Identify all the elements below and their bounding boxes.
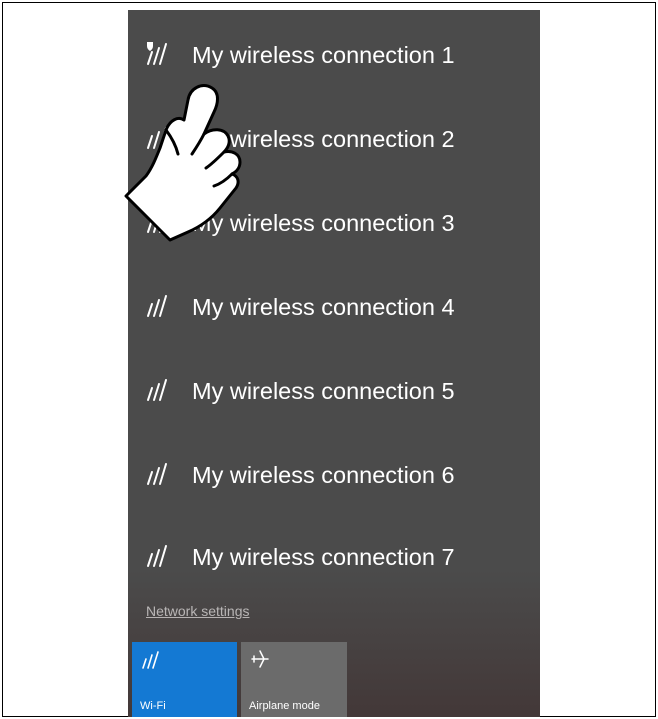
wifi-icon (140, 648, 162, 670)
network-label: My wireless connection 4 (192, 294, 455, 321)
network-item-5[interactable]: My wireless connection 5 (128, 362, 540, 422)
wifi-tile-label: Wi-Fi (140, 700, 166, 712)
wifi-icon (144, 376, 170, 402)
wifi-secured-icon (144, 40, 170, 66)
network-label: My wireless connection 3 (192, 210, 455, 237)
network-item-3[interactable]: My wireless connection 3 (128, 194, 540, 254)
airplane-icon (249, 648, 271, 670)
wifi-icon (144, 460, 170, 486)
airplane-tile-label: Airplane mode (249, 700, 320, 712)
airplane-mode-tile[interactable]: Airplane mode (241, 642, 347, 717)
network-item-4[interactable]: My wireless connection 4 (128, 278, 540, 338)
network-item-7[interactable]: My wireless connection 7 (128, 528, 540, 588)
wifi-icon (144, 208, 170, 234)
network-label: My wireless connection 6 (192, 462, 455, 489)
wifi-toggle-tile[interactable]: Wi-Fi (132, 642, 237, 717)
wifi-icon (144, 292, 170, 318)
network-label: My wireless connection 7 (192, 544, 455, 571)
network-settings-link[interactable]: Network settings (146, 603, 249, 619)
network-label: My wireless connection 2 (192, 126, 455, 153)
network-item-2[interactable]: My wireless connection 2 (128, 110, 540, 170)
network-item-1[interactable]: My wireless connection 1 (128, 26, 540, 86)
network-item-6[interactable]: My wireless connection 6 (128, 446, 540, 506)
network-label: My wireless connection 1 (192, 42, 455, 69)
network-label: My wireless connection 5 (192, 378, 455, 405)
wifi-icon (144, 542, 170, 568)
wifi-icon (144, 124, 170, 150)
